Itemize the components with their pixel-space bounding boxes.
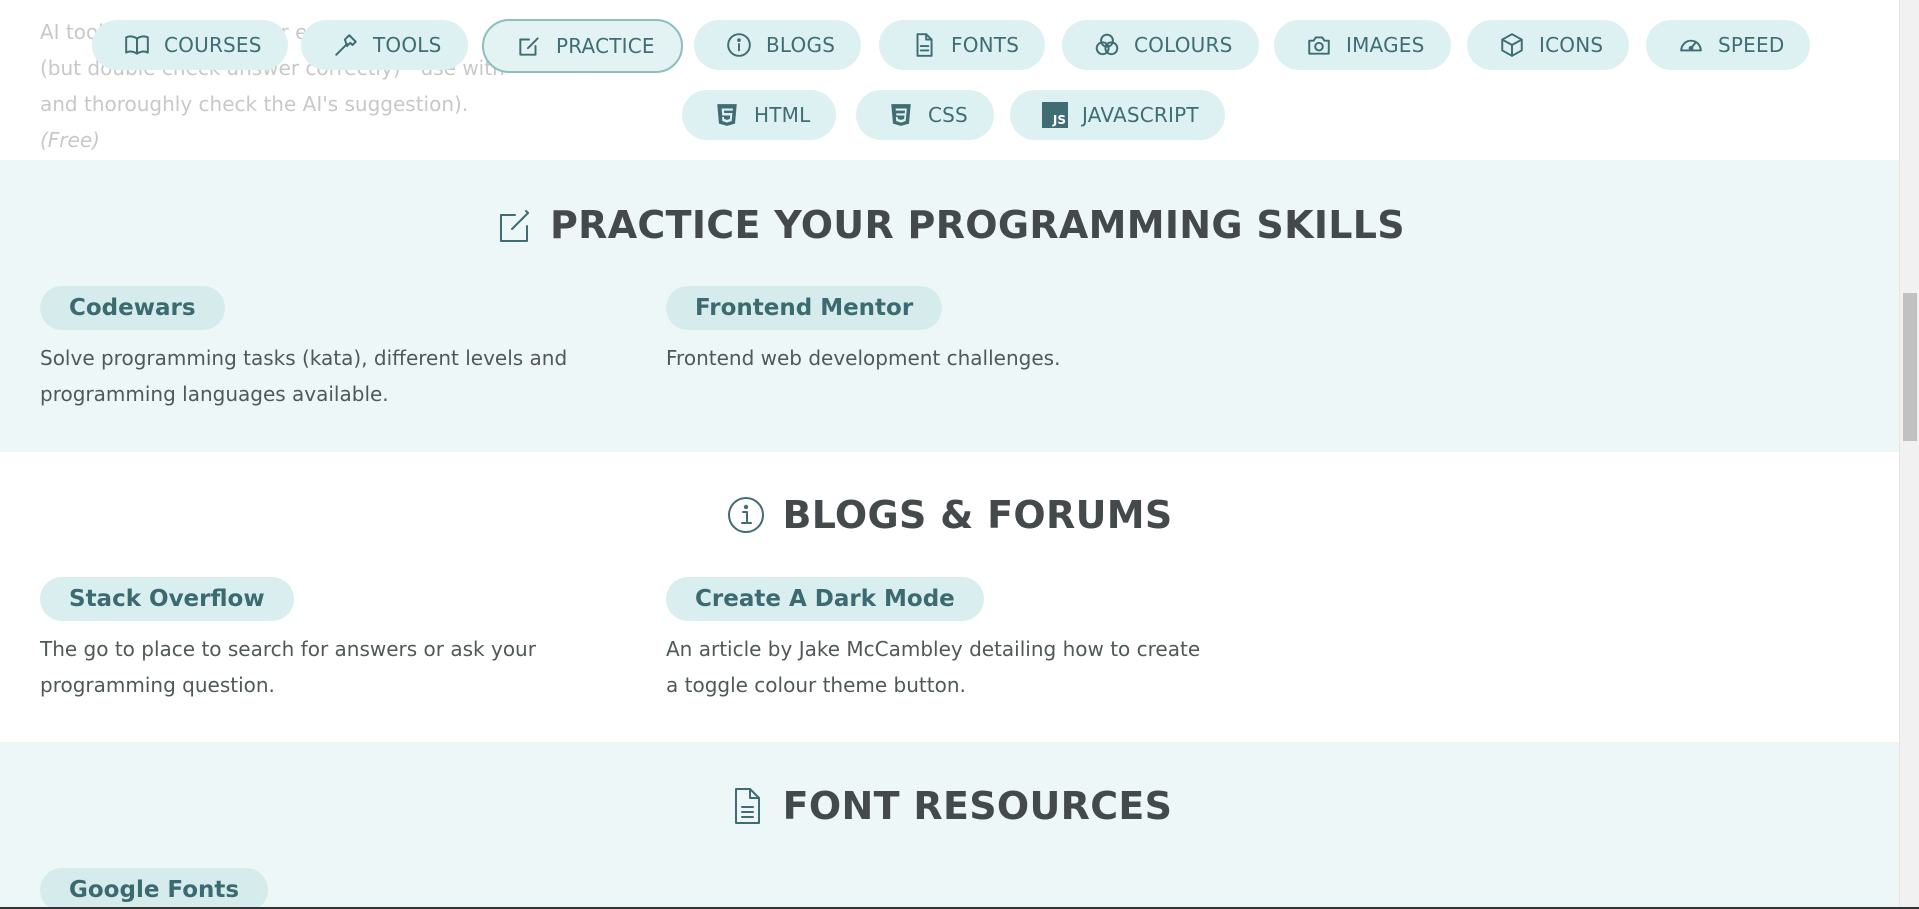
nav-label: IMAGES xyxy=(1346,33,1425,57)
nav-label: COLOURS xyxy=(1134,33,1233,57)
nav-label: JAVASCRIPT xyxy=(1082,103,1199,127)
card-link-create-dark-mode[interactable]: Create A Dark Mode xyxy=(666,577,984,621)
nav-images[interactable]: IMAGES xyxy=(1274,20,1451,70)
section-title: BLOGS & FORUMS xyxy=(0,490,1899,540)
info-icon xyxy=(726,495,766,535)
section-title: FONT RESOURCES xyxy=(0,780,1899,832)
nav-label: CSS xyxy=(928,103,968,127)
section-title-text: FONT RESOURCES xyxy=(782,784,1173,828)
resource-card: Codewars Solve programming tasks (kata),… xyxy=(40,286,580,412)
fonts-section: FONT RESOURCES Google Fonts xyxy=(0,742,1899,909)
section-title: PRACTICE YOUR PROGRAMMING SKILLS xyxy=(0,200,1899,250)
nav-fonts[interactable]: FONTS xyxy=(879,20,1046,70)
page: AI tools can be useful for explaining co… xyxy=(0,0,1899,909)
card-link-codewars[interactable]: Codewars xyxy=(40,286,225,330)
js-icon: JS xyxy=(1040,100,1070,130)
cube-icon xyxy=(1497,30,1527,60)
section-title-text: BLOGS & FORUMS xyxy=(782,493,1173,537)
card-description: Solve programming tasks (kata), differen… xyxy=(40,346,568,406)
css3-icon xyxy=(886,100,916,130)
card-description: An article by Jake McCambley detailing h… xyxy=(666,637,1201,697)
practice-section: PRACTICE YOUR PROGRAMMING SKILLS Codewar… xyxy=(0,160,1899,452)
resource-card: Frontend Mentor Frontend web development… xyxy=(666,286,1206,376)
nav-practice[interactable]: PRACTICE xyxy=(482,19,683,73)
scrollbar[interactable] xyxy=(1899,0,1919,909)
nav-html[interactable]: HTML xyxy=(682,90,837,140)
resource-card: Create A Dark Mode An article by Jake Mc… xyxy=(666,577,1206,703)
card-description: The go to place to search for answers or… xyxy=(40,637,536,697)
resource-card: Stack Overflow The go to place to search… xyxy=(40,577,580,703)
card-link-stack-overflow[interactable]: Stack Overflow xyxy=(40,577,294,621)
nav-label: SPEED xyxy=(1718,33,1785,57)
html5-icon xyxy=(712,100,742,130)
card-link-frontend-mentor[interactable]: Frontend Mentor xyxy=(666,286,943,330)
nav-javascript[interactable]: JS JAVASCRIPT xyxy=(1010,90,1225,140)
nav-icons[interactable]: ICONS xyxy=(1467,20,1630,70)
nav-speed[interactable]: SPEED xyxy=(1646,20,1811,70)
document-icon xyxy=(909,30,939,60)
edit-icon xyxy=(514,31,544,61)
nav-label: BLOGS xyxy=(766,33,836,57)
nav-css[interactable]: CSS xyxy=(856,90,994,140)
nav-label: TOOLS xyxy=(373,33,442,57)
nav-blogs[interactable]: BLOGS xyxy=(694,20,862,70)
speedometer-icon xyxy=(1676,30,1706,60)
blogs-section: BLOGS & FORUMS Stack Overflow The go to … xyxy=(0,452,1899,742)
nav-tools[interactable]: TOOLS xyxy=(301,20,468,70)
scrollbar-thumb[interactable] xyxy=(1903,293,1917,441)
camera-icon xyxy=(1304,30,1334,60)
nav-label: COURSES xyxy=(164,33,262,57)
document-icon xyxy=(727,786,767,826)
nav-label: FONTS xyxy=(951,33,1020,57)
book-icon xyxy=(122,30,152,60)
nav-colours[interactable]: COLOURS xyxy=(1062,20,1259,70)
color-circles-icon xyxy=(1092,30,1122,60)
nav-label: ICONS xyxy=(1539,33,1604,57)
section-title-text: PRACTICE YOUR PROGRAMMING SKILLS xyxy=(550,203,1405,247)
hammer-icon xyxy=(331,30,361,60)
card-link-google-fonts[interactable]: Google Fonts xyxy=(40,868,269,909)
js-badge: JS xyxy=(1042,102,1068,128)
resource-card: Google Fonts xyxy=(40,868,580,909)
nav-label: HTML xyxy=(754,103,811,127)
card-description: Frontend web development challenges. xyxy=(666,346,1061,370)
nav-label: PRACTICE xyxy=(556,34,655,58)
category-nav: COURSES TOOLS PRACTICE BLOGS FONTS COLOU… xyxy=(0,0,1899,160)
nav-courses[interactable]: COURSES xyxy=(92,20,288,70)
edit-icon xyxy=(494,205,534,245)
info-icon xyxy=(724,30,754,60)
